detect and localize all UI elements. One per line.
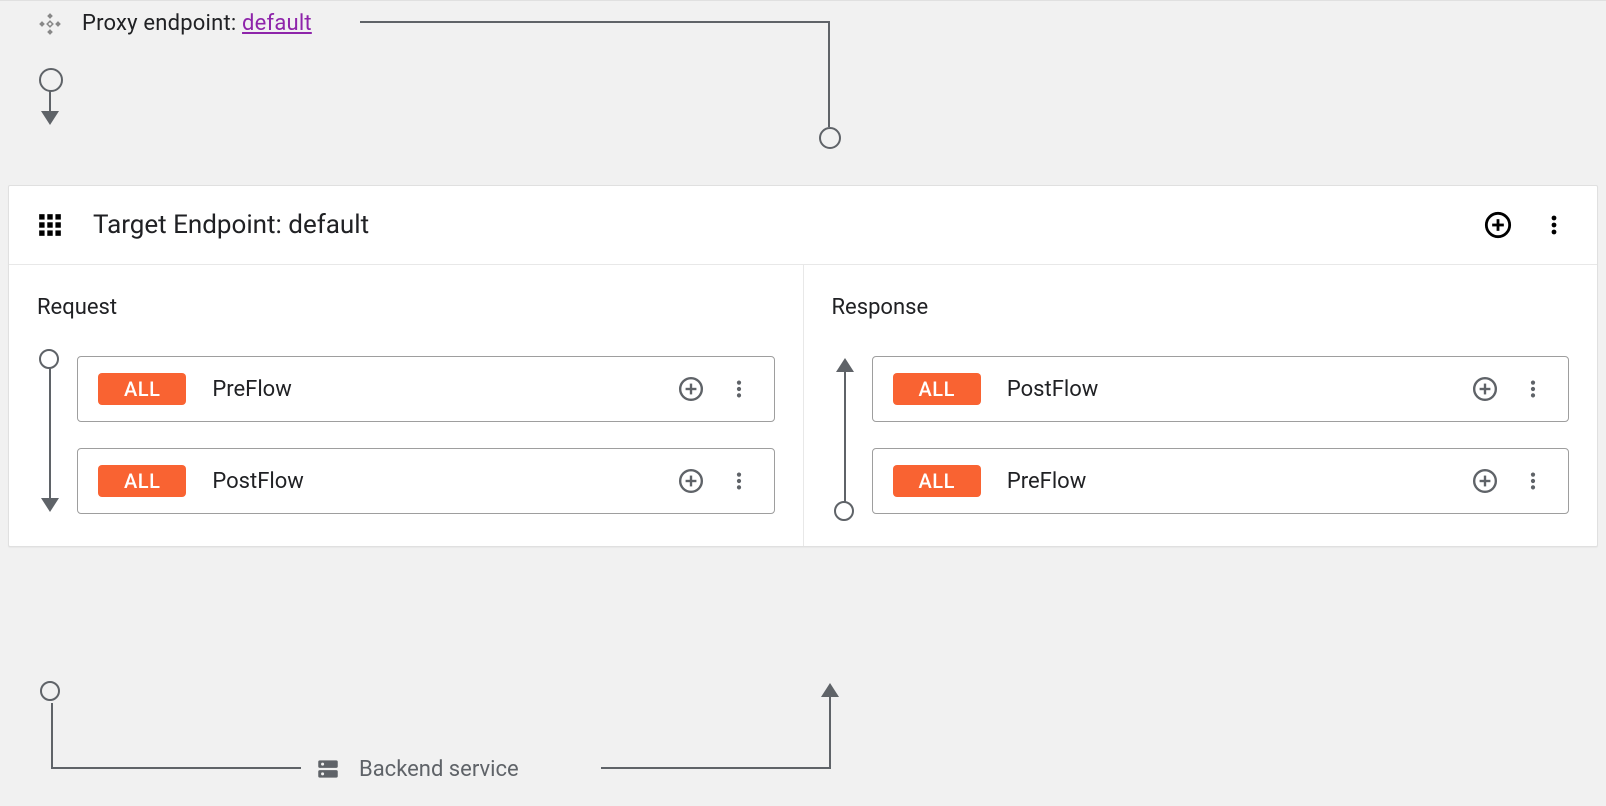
backend-service-icon [315, 756, 341, 782]
response-flowline [844, 360, 846, 510]
connector-down-arrow [49, 79, 51, 123]
flow-card[interactable]: ALL PostFlow [77, 448, 775, 514]
add-policy-button[interactable] [1470, 466, 1500, 496]
response-title: Response [832, 295, 1570, 320]
backend-service-label: Backend service [359, 757, 519, 782]
request-title: Request [37, 295, 775, 320]
add-policy-button[interactable] [676, 466, 706, 496]
more-vert-icon[interactable] [724, 374, 754, 404]
backend-service-label-row: Backend service [315, 756, 519, 782]
apps-icon [37, 212, 63, 238]
more-vert-icon[interactable] [724, 466, 754, 496]
request-flowline [49, 360, 51, 510]
flow-name: PreFlow [212, 377, 649, 402]
add-button[interactable] [1483, 210, 1513, 240]
request-pane: Request ALL PreFlow [9, 265, 803, 546]
flow-card[interactable]: ALL PreFlow [872, 448, 1570, 514]
flow-card[interactable]: ALL PostFlow [872, 356, 1570, 422]
flow-card[interactable]: ALL PreFlow [77, 356, 775, 422]
backend-service-connector: Backend service [50, 681, 840, 801]
add-policy-button[interactable] [676, 374, 706, 404]
proxy-endpoint-label: Proxy endpoint: default [82, 11, 312, 36]
flow-name: PreFlow [1007, 469, 1444, 494]
response-pane: Response ALL PostFlow [803, 265, 1598, 546]
more-vert-icon[interactable] [1539, 210, 1569, 240]
more-vert-icon[interactable] [1518, 466, 1548, 496]
proxy-endpoint-header: Proxy endpoint: default [38, 11, 312, 36]
add-policy-button[interactable] [1470, 374, 1500, 404]
proxy-endpoint-icon [38, 12, 62, 36]
method-badge: ALL [98, 373, 186, 405]
method-badge: ALL [893, 465, 981, 497]
target-endpoint-header: Target Endpoint: default [9, 186, 1597, 265]
target-endpoint-title: Target Endpoint: default [93, 210, 1483, 240]
method-badge: ALL [98, 465, 186, 497]
more-vert-icon[interactable] [1518, 374, 1548, 404]
flow-name: PostFlow [212, 469, 649, 494]
flow-name: PostFlow [1007, 377, 1444, 402]
proxy-endpoint-link[interactable]: default [242, 11, 312, 36]
method-badge: ALL [893, 373, 981, 405]
connector-proxy-to-target [360, 21, 830, 141]
target-endpoint-card: Target Endpoint: default Request [8, 185, 1598, 547]
